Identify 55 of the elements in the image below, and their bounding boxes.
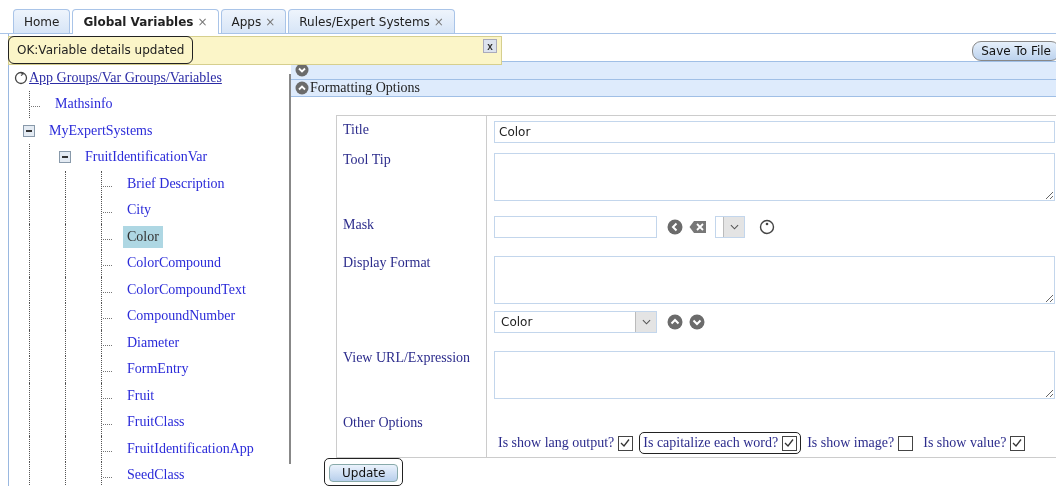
move-up-icon[interactable] [667, 314, 683, 330]
close-icon[interactable]: × [197, 15, 208, 29]
tree-root-link[interactable]: App Groups/Var Groups/Variables [29, 70, 222, 86]
move-down-icon[interactable] [689, 314, 705, 330]
format-dropdown[interactable]: Color [494, 311, 657, 333]
scrollbar[interactable] [289, 74, 291, 464]
tree-item[interactable]: FruitClass [123, 411, 189, 434]
refresh-icon[interactable] [14, 71, 28, 85]
backspace-icon[interactable] [689, 220, 707, 234]
back-icon[interactable] [667, 219, 683, 235]
title-input[interactable]: Color [494, 121, 1055, 143]
caret-icon [729, 224, 739, 230]
refresh-icon[interactable] [759, 219, 775, 235]
tab[interactable]: Apps × [220, 9, 287, 33]
field-label: Display Format [343, 255, 431, 270]
collapse-icon[interactable] [59, 151, 71, 164]
tree-item[interactable]: FormEntry [123, 358, 193, 381]
notification-message: OK:Variable details updated [8, 36, 194, 64]
tree-item[interactable]: MyExpertSystems [45, 119, 157, 142]
tab[interactable]: Global Variables × [72, 9, 219, 34]
checkbox[interactable] [1010, 435, 1026, 451]
field-label: Title [343, 122, 369, 137]
tree-item[interactable]: FruitIdentificationApp [123, 437, 258, 460]
tab[interactable]: Home [13, 9, 71, 33]
collapse-icon[interactable] [23, 124, 35, 137]
field-label: Tool Tip [343, 152, 391, 167]
update-button[interactable]: Update [329, 464, 399, 482]
option-label: Is capitalize each word? [643, 435, 779, 451]
tree-item[interactable]: Diameter [123, 331, 184, 354]
close-icon[interactable]: × [433, 14, 444, 29]
tree-item[interactable]: ColorCompound [123, 252, 226, 275]
mask-input[interactable] [494, 216, 657, 238]
field-label: Other Options [343, 415, 423, 430]
tree-item[interactable]: SeedClass [123, 464, 189, 486]
checkbox[interactable] [618, 435, 634, 451]
field-label: View URL/Expression [343, 350, 471, 365]
tree-item[interactable]: City [123, 199, 156, 222]
caret-icon [641, 319, 651, 325]
save-button[interactable]: Save To File [972, 41, 1056, 61]
checkbox[interactable] [782, 435, 798, 451]
checkbox[interactable] [898, 435, 914, 451]
tree-item[interactable]: ColorCompoundText [123, 278, 250, 301]
option-label: Is show value? [923, 435, 1007, 451]
tree-item[interactable]: CompoundNumber [123, 305, 240, 328]
tab[interactable]: Rules/Expert Systems × [288, 9, 455, 33]
close-icon[interactable]: × [265, 14, 276, 29]
tree-item[interactable]: Brief Description [123, 172, 229, 195]
close-button[interactable]: x [483, 39, 497, 53]
tree-item[interactable]: Mathsinfo [51, 93, 117, 116]
option-label: Is show lang output? [498, 435, 615, 451]
option-label: Is show image? [807, 435, 895, 451]
tree-item[interactable]: Fruit [123, 384, 159, 407]
tree-item[interactable]: FruitIdentificationVar [81, 146, 212, 169]
field-label: Mask [343, 217, 375, 232]
tree-item[interactable]: Color [123, 225, 163, 248]
